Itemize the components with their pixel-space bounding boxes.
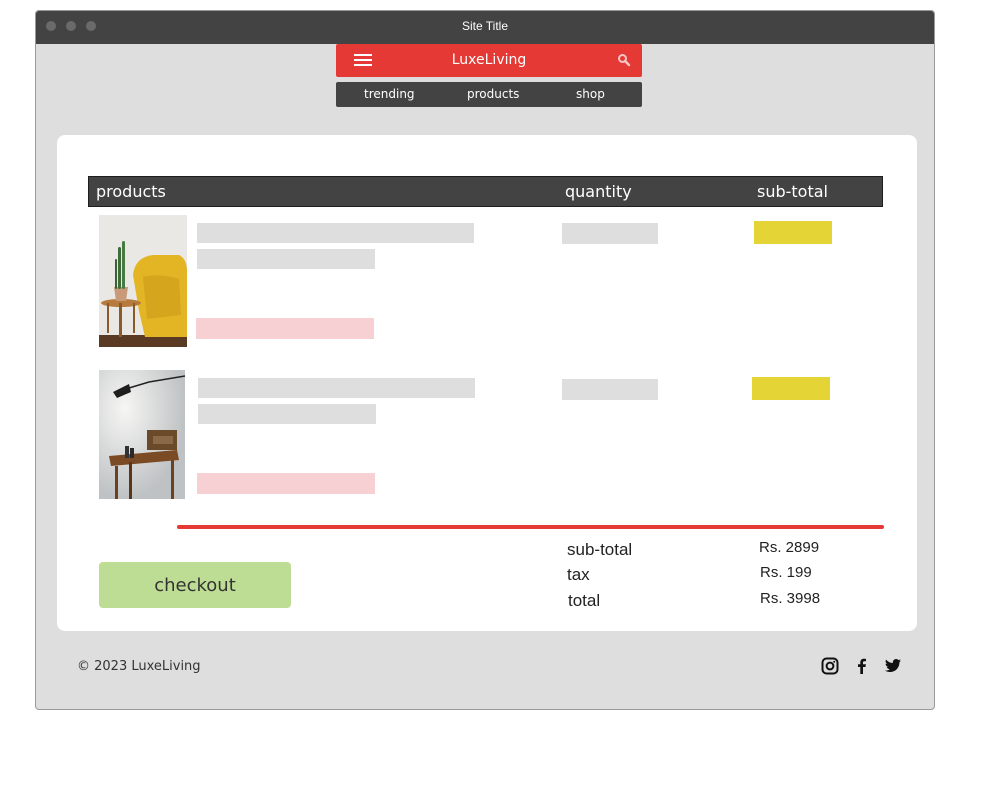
column-header-quantity: quantity (565, 182, 632, 201)
checkout-button[interactable]: checkout (99, 562, 291, 608)
remove-item-placeholder[interactable] (196, 318, 374, 339)
nav-item-products[interactable]: products (467, 87, 519, 101)
twitter-icon[interactable] (884, 657, 902, 675)
window-title: Site Title (461, 19, 509, 33)
browser-window: Site Title LuxeLiving trending products … (35, 10, 935, 710)
instagram-icon[interactable] (821, 657, 839, 675)
nav-bar: trending products shop (336, 82, 642, 107)
cart-card: products quantity sub-total checkout sub… (57, 135, 917, 631)
nav-item-shop[interactable]: shop (576, 87, 605, 101)
quantity-placeholder[interactable] (562, 379, 658, 400)
facebook-icon[interactable] (853, 657, 871, 675)
wall-lamp-with-wooden-table-photo[interactable] (99, 370, 185, 499)
remove-item-placeholder[interactable] (197, 473, 375, 494)
column-header-products: products (96, 182, 166, 201)
site-header: LuxeLiving (336, 44, 642, 77)
subtotal-value: Rs. 2899 (759, 539, 820, 556)
column-header-subtotal: sub-total (757, 182, 828, 201)
product-name-placeholder (197, 223, 474, 243)
cart-table-header: products quantity sub-total (88, 176, 883, 207)
row-subtotal-placeholder (754, 221, 832, 244)
search-icon[interactable] (616, 52, 632, 68)
total-label: total (568, 591, 601, 610)
product-description-placeholder (198, 404, 376, 424)
product-name-placeholder (198, 378, 475, 398)
window-titlebar: Site Title (36, 11, 934, 44)
summary-divider (177, 525, 884, 529)
subtotal-label: sub-total (567, 540, 633, 559)
row-subtotal-placeholder (752, 377, 830, 400)
yellow-armchair-with-cactus-photo[interactable] (99, 215, 187, 347)
product-description-placeholder (197, 249, 375, 269)
quantity-placeholder[interactable] (562, 223, 658, 244)
tax-label: tax (567, 565, 590, 584)
total-value: Rs. 3998 (760, 590, 821, 607)
footer-copyright: © 2023 LuxeLiving (77, 659, 201, 674)
nav-item-trending[interactable]: trending (364, 87, 415, 101)
site-brand[interactable]: LuxeLiving (336, 52, 642, 68)
tax-value: Rs. 199 (760, 564, 812, 581)
